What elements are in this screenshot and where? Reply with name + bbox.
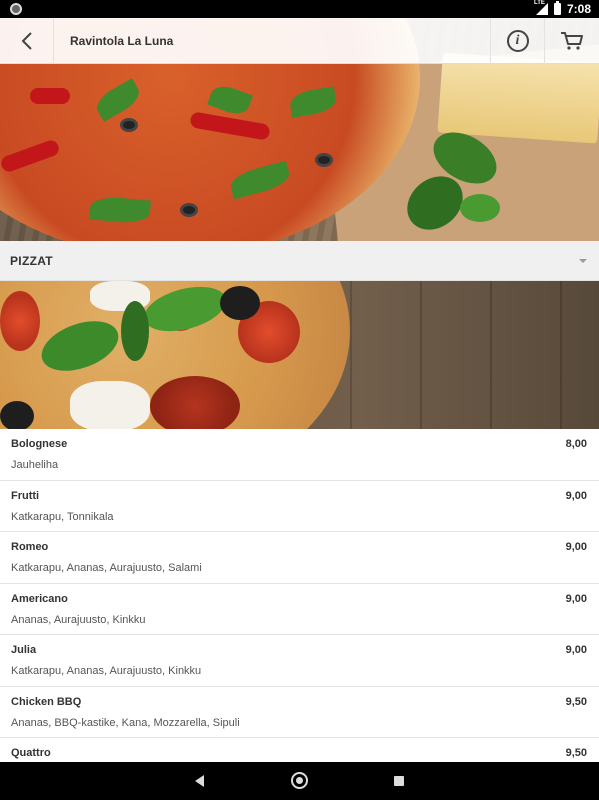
- item-description: Katkarapu, Ananas, Aurajuusto, Kinkku: [11, 665, 202, 677]
- nav-home-icon[interactable]: [291, 772, 308, 789]
- category-dropdown[interactable]: PIZZAT: [0, 241, 599, 281]
- menu-list: Bolognese Jauheliha 8,00 Frutti Katkarap…: [0, 429, 599, 790]
- item-description: Ananas, BBQ-kastike, Kana, Mozzarella, S…: [11, 716, 240, 729]
- nav-back-icon[interactable]: [195, 775, 204, 787]
- page-title: Ravintola La Luna: [70, 34, 174, 48]
- back-button[interactable]: [0, 18, 54, 64]
- system-nav-bar: [0, 762, 599, 800]
- nav-recents-icon[interactable]: [394, 776, 404, 786]
- app-header: Ravintola La Luna i: [0, 18, 599, 64]
- item-price: 9,50: [565, 695, 587, 708]
- signal-icon: LTE: [533, 0, 548, 15]
- item-name: Julia: [11, 644, 37, 656]
- menu-item[interactable]: Bolognese Jauheliha 8,00: [0, 429, 599, 481]
- menu-item[interactable]: Frutti Katkarapu, Tonnikala 9,00: [0, 480, 599, 532]
- item-name: Quattro: [11, 747, 51, 759]
- item-price: 9,00: [565, 644, 587, 656]
- battery-icon: [553, 1, 561, 15]
- cart-button[interactable]: [544, 18, 599, 64]
- info-button[interactable]: i: [490, 18, 544, 64]
- item-price: 9,00: [565, 541, 587, 553]
- item-description: Katkarapu, Tonnikala: [11, 510, 114, 523]
- category-label: PIZZAT: [10, 254, 53, 268]
- item-name: Chicken BBQ: [11, 695, 82, 708]
- notification-icon: [10, 3, 22, 15]
- item-name: Frutti: [11, 489, 40, 502]
- chevron-down-icon: [579, 259, 587, 263]
- cart-icon: [561, 32, 583, 50]
- item-price: 8,00: [565, 438, 587, 450]
- status-indicators: LTE 7:08: [533, 0, 591, 18]
- item-description: Jauheliha: [11, 459, 59, 471]
- item-description: Ananas, Aurajuusto, Kinkku: [11, 613, 146, 626]
- info-icon: i: [506, 30, 529, 52]
- menu-item[interactable]: Romeo Katkarapu, Ananas, Aurajuusto, Sal…: [0, 532, 599, 584]
- category-image: [0, 281, 599, 429]
- item-name: Bolognese: [11, 438, 68, 450]
- item-name: Romeo: [11, 541, 49, 553]
- item-price: 9,00: [565, 592, 587, 605]
- chevron-left-icon: [21, 32, 32, 50]
- menu-item[interactable]: Julia Katkarapu, Ananas, Aurajuusto, Kin…: [0, 635, 599, 687]
- status-bar: LTE 7:08: [0, 0, 599, 18]
- network-label: LTE: [533, 0, 545, 6]
- menu-item[interactable]: Chicken BBQ Ananas, BBQ-kastike, Kana, M…: [0, 686, 599, 738]
- item-name: Americano: [11, 592, 68, 605]
- item-description: Katkarapu, Ananas, Aurajuusto, Salami: [11, 562, 202, 574]
- item-price: 9,00: [565, 489, 587, 502]
- clock: 7:08: [566, 2, 591, 16]
- item-price: 9,50: [565, 747, 587, 759]
- menu-item[interactable]: Americano Ananas, Aurajuusto, Kinkku 9,0…: [0, 583, 599, 635]
